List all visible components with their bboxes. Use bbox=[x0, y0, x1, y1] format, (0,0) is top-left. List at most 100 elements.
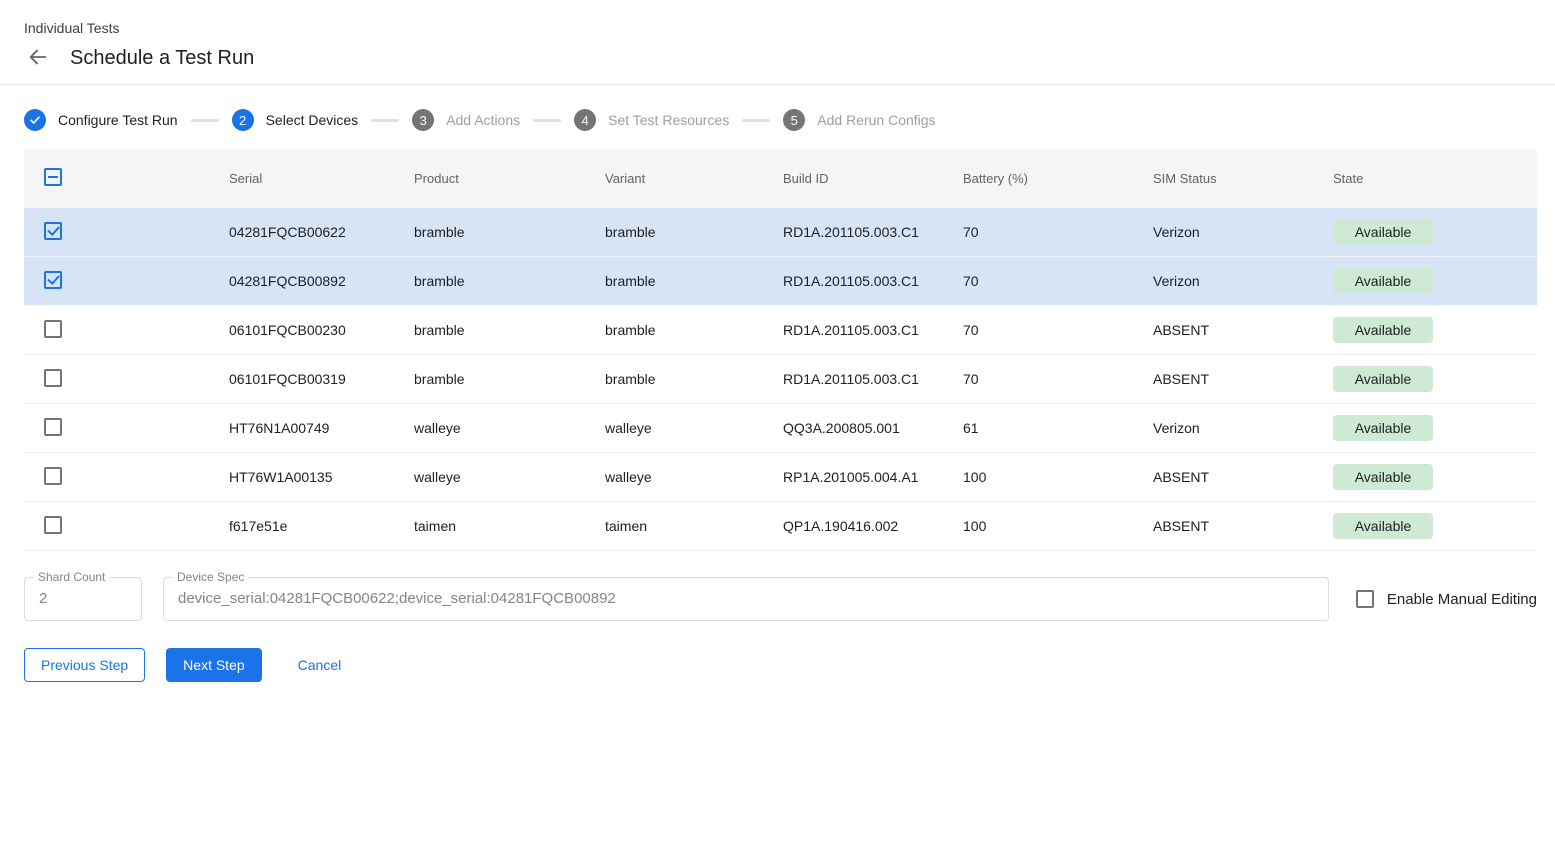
step-connector bbox=[191, 119, 219, 122]
build-id-cell: RD1A.201105.003.C1 bbox=[783, 322, 963, 338]
column-header-sim-status: SIM Status bbox=[1153, 171, 1333, 186]
next-step-button[interactable]: Next Step bbox=[166, 648, 261, 682]
serial-cell: HT76W1A00135 bbox=[229, 469, 414, 485]
step-label: Select Devices bbox=[266, 112, 359, 128]
product-cell: bramble bbox=[414, 322, 605, 338]
step-label: Add Rerun Configs bbox=[817, 112, 935, 128]
serial-cell: HT76N1A00749 bbox=[229, 420, 414, 436]
stepper: Configure Test Run 2 Select Devices 3 Ad… bbox=[0, 85, 1555, 149]
variant-cell: bramble bbox=[605, 224, 783, 240]
battery-cell: 70 bbox=[963, 224, 1153, 240]
serial-cell: 06101FQCB00230 bbox=[229, 322, 414, 338]
battery-cell: 70 bbox=[963, 322, 1153, 338]
state-badge: Available bbox=[1333, 268, 1433, 294]
page-title: Schedule a Test Run bbox=[70, 47, 254, 70]
step-label: Configure Test Run bbox=[58, 112, 178, 128]
previous-step-button[interactable]: Previous Step bbox=[24, 648, 145, 682]
variant-cell: bramble bbox=[605, 273, 783, 289]
product-cell: bramble bbox=[414, 273, 605, 289]
row-checkbox[interactable] bbox=[44, 222, 62, 240]
row-checkbox[interactable] bbox=[44, 467, 62, 485]
back-button[interactable] bbox=[24, 44, 52, 72]
column-header-build-id: Build ID bbox=[783, 171, 963, 186]
column-header-battery: Battery (%) bbox=[963, 171, 1153, 186]
build-id-cell: RD1A.201105.003.C1 bbox=[783, 224, 963, 240]
step-1-circle bbox=[24, 109, 46, 131]
step-label: Add Actions bbox=[446, 112, 520, 128]
product-cell: walleye bbox=[414, 469, 605, 485]
state-badge: Available bbox=[1333, 513, 1433, 539]
state-badge: Available bbox=[1333, 219, 1433, 245]
table-row: 06101FQCB00319 bramble bramble RD1A.2011… bbox=[24, 355, 1537, 404]
battery-cell: 100 bbox=[963, 469, 1153, 485]
table-row: 06101FQCB00230 bramble bramble RD1A.2011… bbox=[24, 306, 1537, 355]
column-header-variant: Variant bbox=[605, 171, 783, 186]
step-2-circle: 2 bbox=[232, 109, 254, 131]
row-checkbox[interactable] bbox=[44, 418, 62, 436]
device-spec-value: device_serial:04281FQCB00622;device_seri… bbox=[164, 578, 1328, 607]
cancel-button[interactable]: Cancel bbox=[282, 648, 358, 682]
breadcrumb: Individual Tests bbox=[24, 20, 1531, 36]
state-badge: Available bbox=[1333, 415, 1433, 441]
step-5-circle: 5 bbox=[783, 109, 805, 131]
row-checkbox[interactable] bbox=[44, 271, 62, 289]
step-configure-test-run[interactable]: Configure Test Run bbox=[24, 109, 178, 131]
column-header-state: State bbox=[1333, 171, 1537, 186]
product-cell: taimen bbox=[414, 518, 605, 534]
action-bar: Previous Step Next Step Cancel bbox=[24, 648, 1555, 682]
step-connector bbox=[533, 119, 561, 122]
step-add-actions[interactable]: 3 Add Actions bbox=[412, 109, 520, 131]
table-row: f617e51e taimen taimen QP1A.190416.002 1… bbox=[24, 502, 1537, 551]
enable-manual-editing-checkbox[interactable] bbox=[1356, 590, 1374, 608]
serial-cell: f617e51e bbox=[229, 518, 414, 534]
sim-status-cell: ABSENT bbox=[1153, 371, 1333, 387]
check-icon bbox=[29, 114, 41, 126]
row-checkbox[interactable] bbox=[44, 369, 62, 387]
sim-status-cell: Verizon bbox=[1153, 273, 1333, 289]
sim-status-cell: Verizon bbox=[1153, 420, 1333, 436]
build-id-cell: QQ3A.200805.001 bbox=[783, 420, 963, 436]
enable-manual-editing-toggle[interactable]: Enable Manual Editing bbox=[1356, 590, 1537, 608]
sim-status-cell: Verizon bbox=[1153, 224, 1333, 240]
state-badge: Available bbox=[1333, 317, 1433, 343]
row-checkbox[interactable] bbox=[44, 516, 62, 534]
row-checkbox[interactable] bbox=[44, 320, 62, 338]
sim-status-cell: ABSENT bbox=[1153, 469, 1333, 485]
table-row: 04281FQCB00892 bramble bramble RD1A.2011… bbox=[24, 257, 1537, 306]
build-id-cell: RP1A.201005.004.A1 bbox=[783, 469, 963, 485]
build-id-cell: QP1A.190416.002 bbox=[783, 518, 963, 534]
step-select-devices[interactable]: 2 Select Devices bbox=[232, 109, 359, 131]
state-badge: Available bbox=[1333, 464, 1433, 490]
step-3-circle: 3 bbox=[412, 109, 434, 131]
variant-cell: taimen bbox=[605, 518, 783, 534]
table-row: 04281FQCB00622 bramble bramble RD1A.2011… bbox=[24, 208, 1537, 257]
select-all-checkbox[interactable] bbox=[44, 168, 62, 186]
battery-cell: 61 bbox=[963, 420, 1153, 436]
variant-cell: bramble bbox=[605, 322, 783, 338]
step-connector bbox=[742, 119, 770, 122]
column-header-serial: Serial bbox=[229, 171, 414, 186]
step-connector bbox=[371, 119, 399, 122]
battery-cell: 70 bbox=[963, 273, 1153, 289]
back-arrow-icon bbox=[27, 46, 49, 71]
product-cell: bramble bbox=[414, 371, 605, 387]
table-row: HT76N1A00749 walleye walleye QQ3A.200805… bbox=[24, 404, 1537, 453]
variant-cell: bramble bbox=[605, 371, 783, 387]
battery-cell: 100 bbox=[963, 518, 1153, 534]
sim-status-cell: ABSENT bbox=[1153, 322, 1333, 338]
serial-cell: 04281FQCB00892 bbox=[229, 273, 414, 289]
device-spec-label: Device Spec bbox=[173, 570, 248, 584]
serial-cell: 04281FQCB00622 bbox=[229, 224, 414, 240]
variant-cell: walleye bbox=[605, 469, 783, 485]
product-cell: bramble bbox=[414, 224, 605, 240]
table-body: 04281FQCB00622 bramble bramble RD1A.2011… bbox=[24, 208, 1537, 551]
step-add-rerun-configs[interactable]: 5 Add Rerun Configs bbox=[783, 109, 935, 131]
step-label: Set Test Resources bbox=[608, 112, 729, 128]
build-id-cell: RD1A.201105.003.C1 bbox=[783, 273, 963, 289]
step-set-test-resources[interactable]: 4 Set Test Resources bbox=[574, 109, 729, 131]
state-badge: Available bbox=[1333, 366, 1433, 392]
step-4-circle: 4 bbox=[574, 109, 596, 131]
page-header: Individual Tests Schedule a Test Run bbox=[0, 0, 1555, 85]
variant-cell: walleye bbox=[605, 420, 783, 436]
table-header-row: Serial Product Variant Build ID Battery … bbox=[24, 149, 1537, 208]
